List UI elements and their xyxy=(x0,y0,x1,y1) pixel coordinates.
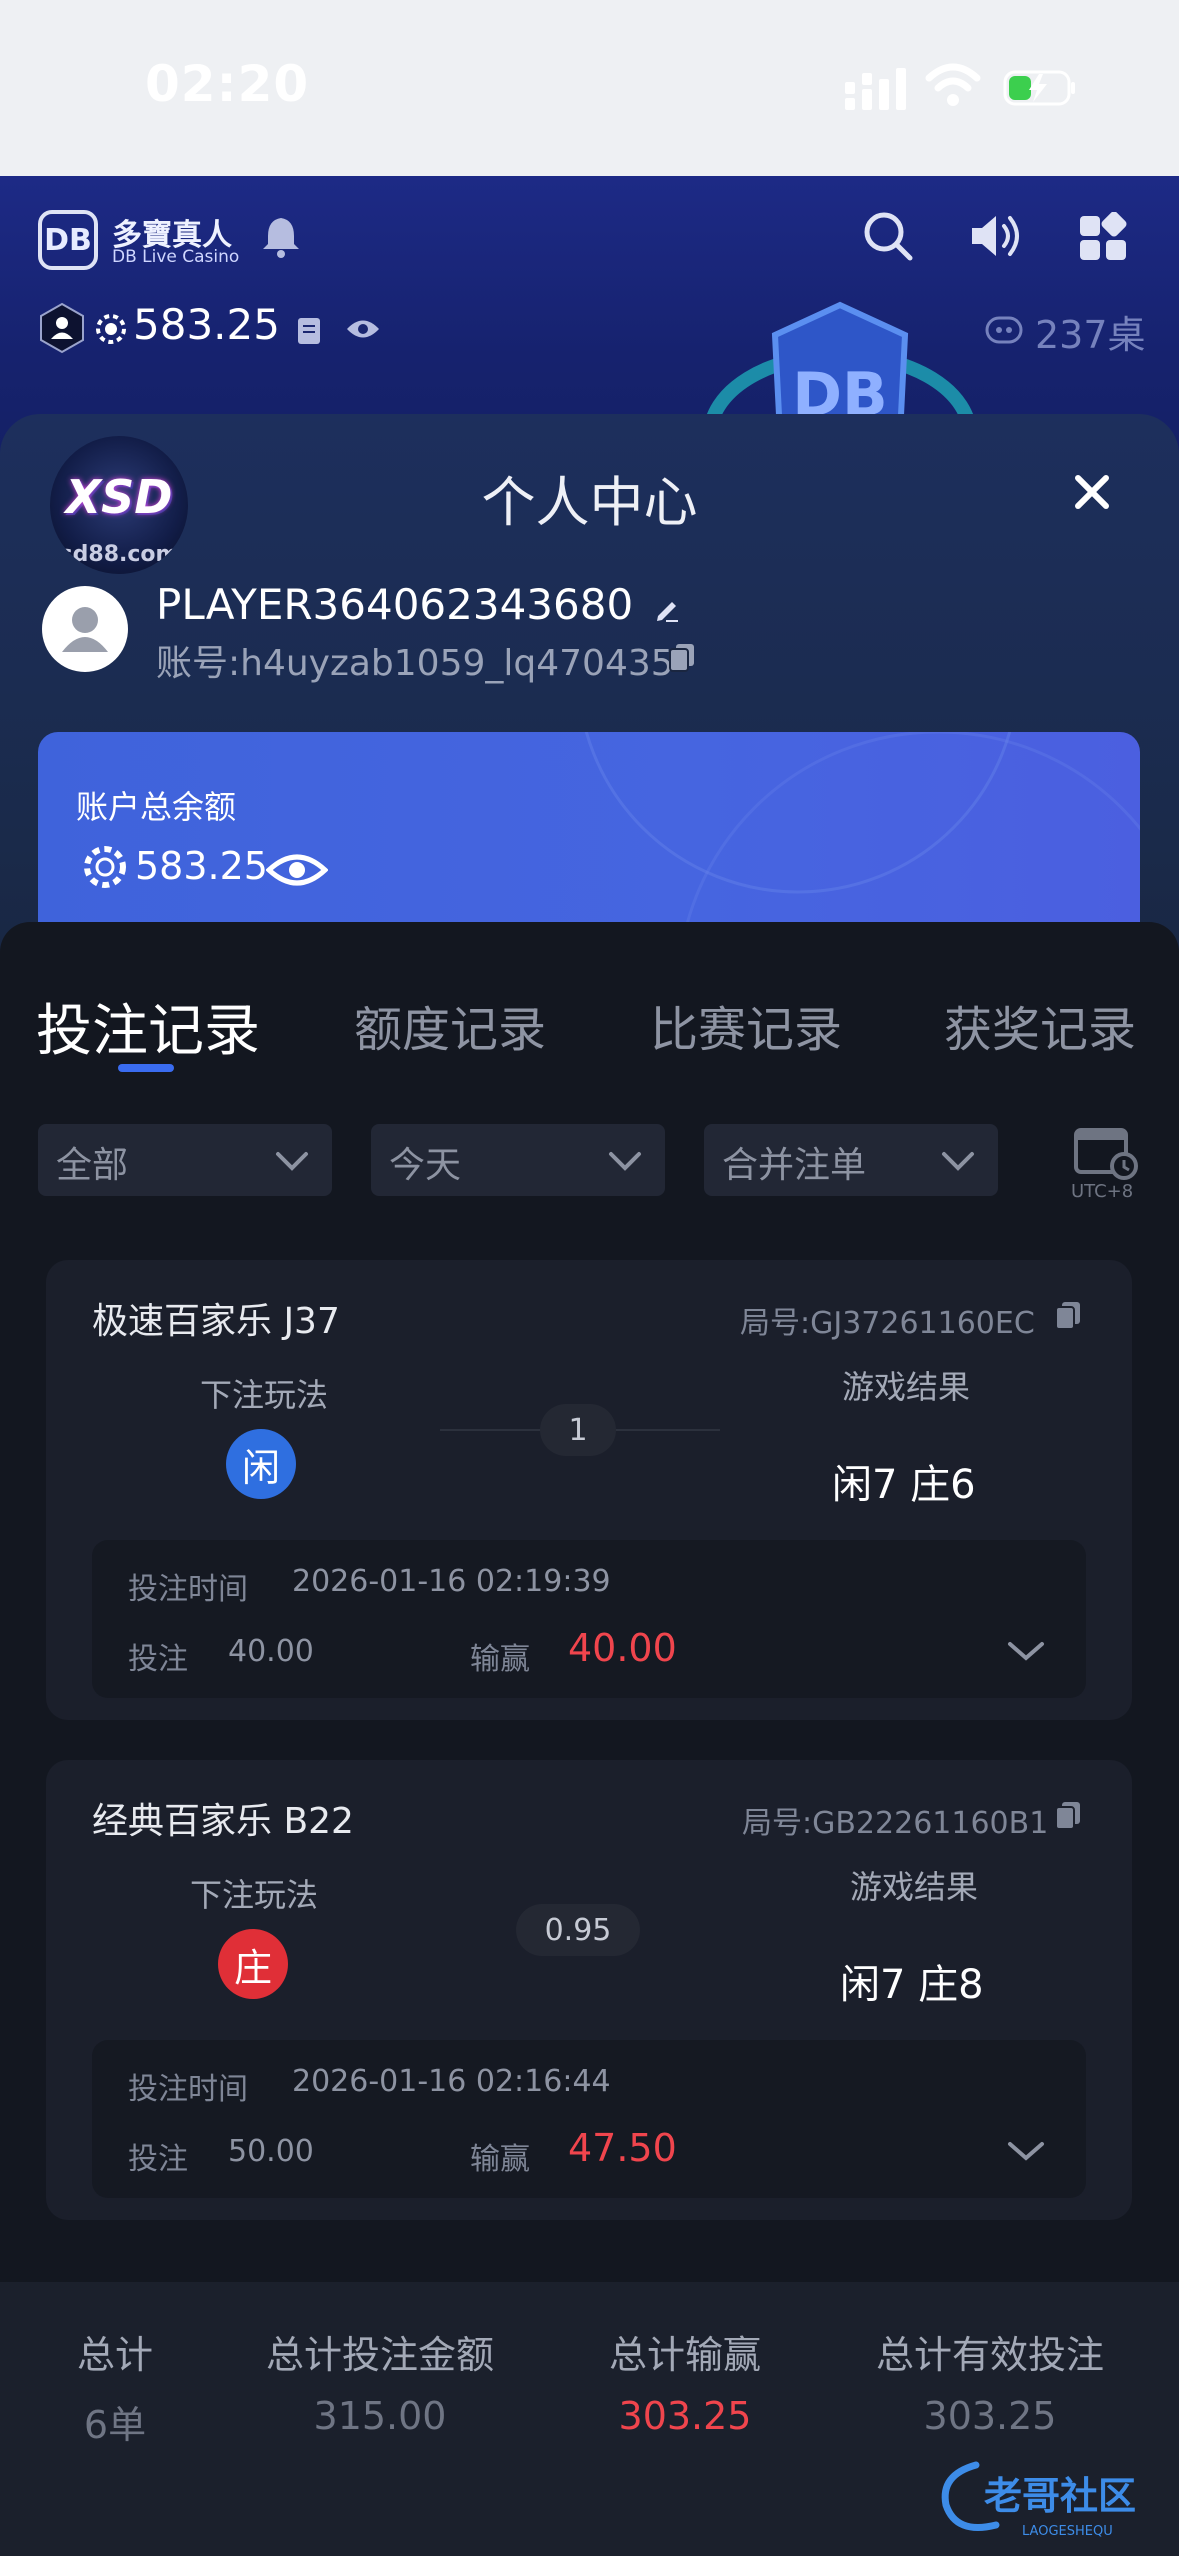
round-number: 局号:GB22261160B1 xyxy=(742,1806,1049,1841)
filter-merge-value: 合并注单 xyxy=(722,1145,867,1186)
timezone-calendar-icon[interactable] xyxy=(1074,1124,1138,1180)
odds-pill: 1 xyxy=(540,1404,616,1456)
summary-win: 303.25 xyxy=(618,2394,752,2438)
bet-time: 2026-01-16 02:16:44 xyxy=(292,2064,611,2099)
stake-label: 投注 xyxy=(128,2142,188,2177)
stake-label: 投注 xyxy=(128,1642,188,1677)
win-loss-value: 47.50 xyxy=(568,2126,677,2170)
chevron-down-icon xyxy=(276,1152,308,1171)
copy-icon[interactable] xyxy=(1054,1300,1082,1330)
game-name: 经典百家乐 B22 xyxy=(92,1801,354,1842)
balance-card xyxy=(38,732,1140,932)
game-result: 闲7 庄8 xyxy=(840,1962,984,2008)
tables-icon xyxy=(985,316,1023,344)
chip-icon xyxy=(84,846,126,888)
game-name: 极速百家乐 J37 xyxy=(92,1301,340,1342)
bell-icon[interactable] xyxy=(258,214,304,260)
odds-pill: 0.95 xyxy=(516,1904,640,1956)
result-label: 游戏结果 xyxy=(842,1368,971,1406)
chevron-down-icon[interactable] xyxy=(1004,2134,1048,2168)
win-loss-label: 输赢 xyxy=(470,1642,530,1677)
status-time: 02:20 xyxy=(145,55,310,113)
game-result: 闲7 庄6 xyxy=(832,1462,976,1508)
summary-win-label: 总计输赢 xyxy=(608,2333,761,2377)
filter-merge-dropdown[interactable]: 合并注单 xyxy=(704,1124,998,1196)
chevron-down-icon[interactable] xyxy=(1004,1634,1048,1668)
search-icon[interactable] xyxy=(862,210,914,262)
header-balance: 583.25 xyxy=(133,300,280,349)
menu-grid-icon[interactable] xyxy=(1078,212,1128,262)
avatar[interactable] xyxy=(42,586,128,672)
tab-match-records[interactable]: 比赛记录 xyxy=(650,990,842,1060)
battery-charging-icon xyxy=(1003,70,1075,106)
volume-icon[interactable] xyxy=(968,210,1024,262)
summary-count: 6单 xyxy=(83,2403,147,2447)
eye-icon[interactable] xyxy=(266,850,328,890)
filter-type-dropdown[interactable]: 全部 xyxy=(38,1124,332,1196)
summary-valid: 303.25 xyxy=(923,2394,1057,2438)
tab-active-indicator xyxy=(118,1064,174,1072)
bet-time-label: 投注时间 xyxy=(128,1572,248,1607)
document-icon[interactable] xyxy=(296,316,322,346)
user-level-hex-icon[interactable] xyxy=(38,302,86,354)
balance-card-amount: 583.25 xyxy=(135,844,268,888)
round-number: 局号:GJ37261160EC xyxy=(740,1306,1035,1341)
stake-value: 50.00 xyxy=(228,2134,314,2169)
summary-bet-label: 总计投注金额 xyxy=(265,2333,494,2377)
bet-type-label: 下注玩法 xyxy=(190,1876,319,1914)
tab-award-records[interactable]: 获奖记录 xyxy=(944,990,1136,1060)
bet-time: 2026-01-16 02:19:39 xyxy=(292,1564,611,1599)
tables-count: 237桌 xyxy=(1035,313,1146,357)
account-id: 账号:h4uyzab1059_lq470435 xyxy=(156,643,674,684)
stake-value: 40.00 xyxy=(228,1634,314,1669)
brand-logo-subtext: sd88.com xyxy=(59,542,179,567)
chip-icon xyxy=(96,314,126,344)
app-logo-en: DB Live Casino xyxy=(112,247,240,267)
chevron-down-icon xyxy=(609,1152,641,1171)
tab-bet-records[interactable]: 投注记录 xyxy=(36,986,260,1067)
win-loss-value: 40.00 xyxy=(568,1626,677,1670)
chevron-down-icon xyxy=(942,1152,974,1171)
filter-type-value: 全部 xyxy=(56,1145,129,1186)
modal-title: 个人中心 xyxy=(481,471,698,534)
bet-side-banker: 庄 xyxy=(218,1929,288,1999)
win-loss-label: 输赢 xyxy=(470,2142,530,2177)
summary-valid-label: 总计有效投注 xyxy=(875,2333,1104,2377)
bet-time-label: 投注时间 xyxy=(128,2072,248,2107)
filter-date-dropdown[interactable]: 今天 xyxy=(371,1124,665,1196)
filter-date-value: 今天 xyxy=(389,1145,462,1186)
copy-icon[interactable] xyxy=(668,642,696,672)
svg-text:LAOGESHEQU: LAOGESHEQU xyxy=(1022,2524,1113,2539)
tab-credit-records[interactable]: 额度记录 xyxy=(354,990,546,1060)
copy-icon[interactable] xyxy=(1054,1800,1082,1830)
timezone-label: UTC+8 xyxy=(1071,1181,1134,1202)
bet-side-player: 闲 xyxy=(226,1429,296,1499)
balance-card-wave-decoration xyxy=(584,732,1140,932)
balance-card-label: 账户总余额 xyxy=(76,788,237,826)
user-silhouette-icon xyxy=(62,607,108,652)
bet-type-label: 下注玩法 xyxy=(200,1376,329,1414)
community-watermark-logo: 老哥社区 LAOGESHEQU xyxy=(941,2461,1136,2539)
result-label: 游戏结果 xyxy=(850,1868,979,1906)
close-icon[interactable] xyxy=(1066,466,1118,518)
db-logo-badge: DB xyxy=(38,210,98,270)
cellular-signal-icon xyxy=(845,68,906,110)
wifi-icon xyxy=(925,63,981,106)
summary-bet: 315.00 xyxy=(313,2394,447,2438)
svg-text:老哥社区: 老哥社区 xyxy=(984,2474,1136,2518)
eye-icon[interactable] xyxy=(345,316,381,342)
summary-count-label: 总计 xyxy=(76,2333,153,2377)
edit-pencil-icon[interactable] xyxy=(652,594,682,624)
username: PLAYER364062343680 xyxy=(156,580,634,629)
